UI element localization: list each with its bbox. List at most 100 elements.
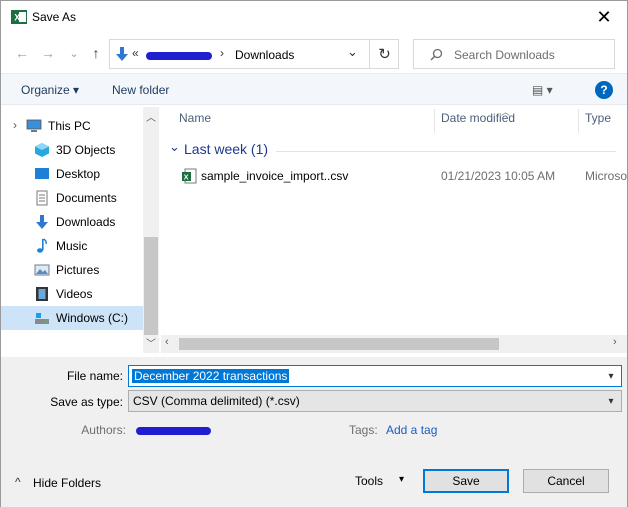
forward-button[interactable]: → (39, 43, 57, 63)
excel-icon: X (11, 10, 27, 24)
recent-locations-button[interactable]: ⌄ (65, 43, 83, 63)
save-as-type-label: Save as type: (50, 395, 123, 409)
search-icon (430, 48, 443, 61)
file-name: sample_invoice_import..csv (201, 169, 349, 183)
sidebar-item-videos[interactable]: Videos (1, 283, 143, 305)
chevron-down-icon: ⌄ (69, 47, 79, 60)
arrow-up-icon: ↑ (92, 45, 100, 61)
up-button[interactable]: ↑ (87, 43, 105, 63)
sidebar-item-label: Downloads (56, 215, 116, 229)
file-name-label: File name: (66, 369, 123, 383)
video-icon (36, 287, 48, 301)
chevron-down-icon[interactable]: ▾ (601, 366, 621, 386)
organize-button[interactable]: Organize ▾ (21, 83, 79, 97)
help-icon: ? (600, 83, 608, 97)
scroll-down-icon[interactable]: ﹀ (146, 335, 156, 350)
sidebar-item-label: Windows (C:) (56, 311, 129, 325)
arrow-right-icon: → (41, 45, 55, 61)
hide-folders-label: Hide Folders (33, 476, 102, 490)
breadcrumb-overflow[interactable]: « (132, 46, 139, 60)
svg-text:X: X (184, 173, 189, 182)
hide-folders-button[interactable]: ^ Hide Folders (13, 473, 113, 493)
back-button[interactable]: ← (13, 43, 31, 63)
excel-csv-icon: X (182, 168, 197, 184)
scrollbar-thumb[interactable] (179, 338, 499, 350)
authors-label: Authors: (81, 423, 126, 437)
refresh-icon: ↻ (378, 46, 391, 63)
search-box[interactable]: Search Downloads (413, 39, 615, 69)
collapse-icon: ⌄ (169, 139, 180, 154)
tags-label: Tags: (349, 423, 378, 437)
group-label: Last week (1) (184, 141, 269, 157)
svg-text:X: X (14, 13, 20, 23)
scroll-up-icon[interactable]: ︿ (146, 109, 156, 124)
expand-icon[interactable]: › (13, 118, 17, 132)
file-list-horizontal-scrollbar[interactable]: ‹ › (161, 335, 627, 353)
save-button[interactable]: Save (423, 469, 509, 493)
navigation-pane-scrollbar[interactable]: ︿ ﹀ (143, 107, 159, 353)
download-icon (36, 215, 48, 229)
sidebar-item-windows-c[interactable]: Windows (C:) (1, 306, 143, 330)
file-name-field[interactable]: December 2022 transactions ▾ (128, 365, 622, 387)
close-button[interactable]: ✕ (581, 1, 627, 33)
file-name-value: December 2022 transactions (132, 369, 290, 383)
close-icon: ✕ (596, 6, 612, 27)
save-options-panel: File name: December 2022 transactions ▾ … (1, 357, 627, 507)
music-icon (37, 238, 47, 253)
address-bar[interactable]: « › Downloads ⌄ ↻ (109, 39, 399, 69)
file-type: Microso (585, 169, 628, 183)
save-as-dialog: X Save As ✕ ← → ⌄ ↑ « › Downloads ⌄ ↻ Se… (0, 0, 628, 507)
file-list: Name Date modified ︿ Type ⌄ Last week (1… (161, 107, 627, 335)
column-header-name[interactable]: Name (179, 111, 211, 137)
sidebar-item-this-pc[interactable]: › This PC (1, 115, 143, 137)
scroll-right-icon[interactable]: › (613, 336, 617, 348)
column-header-type[interactable]: Type (585, 111, 611, 137)
cancel-button[interactable]: Cancel (523, 469, 609, 493)
sidebar-item-label: Videos (56, 287, 93, 301)
save-as-type-select[interactable]: CSV (Comma delimited) (*.csv) ▾ (128, 390, 622, 412)
column-divider[interactable] (578, 109, 579, 133)
column-divider[interactable] (434, 109, 435, 133)
chevron-down-icon: ▾ (608, 395, 614, 407)
download-folder-icon (116, 47, 128, 61)
help-button[interactable]: ? (595, 81, 613, 99)
file-date: 01/21/2023 10:05 AM (441, 169, 556, 183)
sidebar-item-downloads[interactable]: Downloads (1, 211, 143, 233)
scrollbar-thumb[interactable] (144, 237, 158, 335)
file-row[interactable]: X sample_invoice_import..csv 01/21/2023 … (161, 165, 627, 187)
sidebar-item-documents[interactable]: Documents (1, 187, 143, 209)
breadcrumb-downloads[interactable]: Downloads (235, 48, 294, 62)
breadcrumb-separator-icon: › (220, 46, 224, 60)
search-placeholder: Search Downloads (454, 48, 555, 62)
window-title: Save As (32, 10, 77, 24)
sidebar-item-desktop[interactable]: Desktop (1, 163, 143, 185)
sidebar-item-label: 3D Objects (56, 143, 116, 157)
document-icon (36, 190, 48, 206)
pc-icon (26, 119, 42, 132)
redacted-user-folder (146, 52, 212, 60)
cube-icon (35, 143, 49, 157)
new-folder-button[interactable]: New folder (112, 83, 169, 97)
desktop-icon (35, 168, 49, 179)
tags-input[interactable]: Add a tag (386, 423, 437, 437)
scroll-left-icon[interactable]: ‹ (165, 336, 169, 348)
sidebar-item-3d-objects[interactable]: 3D Objects (1, 139, 143, 161)
chevron-up-icon: ^ (15, 475, 21, 489)
navigation-pane: › This PC 3D Objects Desktop Documents D… (1, 107, 143, 353)
sort-indicator-icon: ︿ (501, 107, 511, 117)
view-options-button[interactable]: ▤ ▾ (532, 83, 553, 97)
sidebar-item-label: Desktop (56, 167, 101, 181)
sidebar-item-music[interactable]: Music (1, 235, 143, 257)
sidebar-item-label: Music (56, 239, 88, 253)
navigation-bar: ← → ⌄ ↑ « › Downloads ⌄ ↻ Search Downloa… (1, 37, 627, 69)
address-dropdown-icon[interactable]: ⌄ (347, 44, 358, 60)
group-divider (276, 151, 616, 152)
title-bar: X Save As ✕ (1, 1, 627, 33)
sidebar-item-pictures[interactable]: Pictures (1, 259, 143, 281)
save-as-type-value: CSV (Comma delimited) (*.csv) (133, 394, 300, 408)
redacted-author-name[interactable] (136, 427, 211, 435)
refresh-button[interactable]: ↻ (369, 39, 399, 69)
command-bar: Organize ▾ New folder ▤ ▾ ? (1, 73, 627, 105)
arrow-left-icon: ← (15, 45, 29, 61)
tools-menu-button[interactable]: Tools ▾ (353, 469, 415, 493)
